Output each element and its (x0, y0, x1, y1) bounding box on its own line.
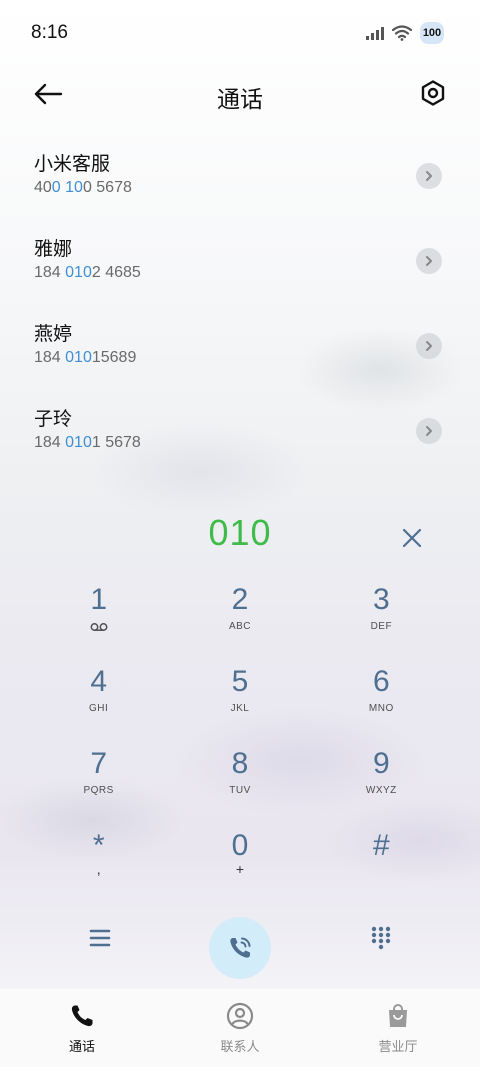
contact-item[interactable]: 燕婷 184 01015689 (0, 307, 480, 392)
settings-button[interactable] (416, 76, 450, 110)
page-title: 通话 (217, 87, 263, 113)
status-bar: 8:16 100 (0, 0, 480, 64)
dialer-actions (0, 914, 480, 980)
tab-label: 营业厅 (378, 1040, 418, 1055)
key-6[interactable]: 6 MNO (311, 664, 452, 726)
contact-item[interactable]: 小米客服 400 100 5678 (0, 137, 480, 222)
contact-number: 400 100 5678 (34, 179, 132, 196)
menu-icon (89, 929, 111, 947)
signal-icon (366, 26, 384, 40)
key-5[interactable]: 5 JKL (169, 664, 310, 726)
contact-detail-button[interactable] (416, 333, 442, 359)
key-letters: JKL (230, 703, 250, 714)
contact-detail-button[interactable] (416, 248, 442, 274)
menu-button[interactable] (86, 924, 114, 952)
key-digit: 6 (372, 665, 390, 698)
key-letters: TUV (229, 785, 251, 796)
key-digit: 8 (231, 747, 249, 780)
contact-item[interactable]: 雅娜 184 0102 4685 (0, 222, 480, 307)
contact-number: 184 0102 4685 (34, 264, 141, 281)
key-letters: , (96, 861, 101, 877)
tab-service-hall[interactable]: 营业厅 (348, 1001, 448, 1055)
contact-suggestion-list: 小米客服 400 100 5678 雅娜 184 0102 4685 燕婷 18… (0, 137, 480, 477)
key-digit: 2 (231, 583, 249, 616)
battery-icon: 100 (420, 22, 444, 44)
tab-label: 联系人 (220, 1040, 260, 1055)
wifi-icon (392, 25, 412, 41)
voicemail-icon (90, 623, 108, 631)
phone-icon (67, 1001, 97, 1031)
key-star[interactable]: * , (28, 828, 169, 890)
key-digit: * (92, 829, 105, 862)
contact-name: 子玲 (34, 408, 73, 430)
key-letters: WXYZ (365, 785, 397, 796)
key-hash[interactable]: # (311, 828, 452, 890)
chevron-right-icon (426, 341, 432, 351)
dial-display: 010 (0, 510, 480, 562)
key-digit: 5 (231, 665, 249, 698)
person-icon (225, 1001, 255, 1031)
dialpad-icon (371, 926, 391, 950)
key-letters: PQRS (83, 785, 114, 796)
key-digit: 7 (90, 747, 107, 780)
key-3[interactable]: 3 DEF (311, 582, 452, 644)
shopping-bag-icon (383, 1001, 413, 1031)
key-digit: 9 (372, 747, 390, 780)
key-8[interactable]: 8 TUV (169, 746, 310, 808)
chevron-right-icon (426, 256, 432, 266)
chevron-right-icon (426, 171, 432, 181)
key-letters: DEF (370, 621, 393, 632)
key-letters: ABC (228, 621, 252, 632)
key-digit: 0 (231, 829, 249, 862)
tab-calls[interactable]: 通话 (32, 1001, 132, 1055)
contact-detail-button[interactable] (416, 163, 442, 189)
bottom-tab-bar: 通话 联系人 营业厅 (0, 989, 480, 1067)
call-button[interactable] (209, 917, 271, 979)
contact-number: 184 01015689 (34, 349, 137, 366)
tab-label: 通话 (68, 1040, 95, 1055)
tab-contacts[interactable]: 联系人 (190, 1001, 290, 1055)
key-digit: 3 (372, 583, 390, 616)
key-letters: GHI (89, 703, 109, 714)
contact-detail-button[interactable] (416, 418, 442, 444)
key-1[interactable]: 1 (28, 582, 169, 644)
phone-call-icon (230, 937, 251, 958)
status-time: 8:16 (31, 22, 68, 43)
key-digit: 4 (90, 665, 107, 698)
clear-button[interactable] (394, 520, 430, 556)
close-icon (402, 528, 422, 548)
key-9[interactable]: 9 WXYZ (311, 746, 452, 808)
key-0[interactable]: 0 + (169, 828, 310, 890)
contact-name: 燕婷 (34, 323, 73, 345)
contact-item[interactable]: 子玲 184 0101 5678 (0, 392, 480, 477)
contact-number: 184 0101 5678 (34, 434, 141, 451)
key-2[interactable]: 2 ABC (169, 582, 310, 644)
key-letters: + (235, 861, 245, 877)
chevron-right-icon (426, 426, 432, 436)
header: 通话 (0, 66, 480, 122)
key-letters: MNO (368, 703, 394, 714)
keypad-toggle-button[interactable] (367, 924, 395, 952)
key-digit: # (372, 829, 390, 862)
key-7[interactable]: 7 PQRS (28, 746, 169, 808)
gear-icon (421, 80, 445, 106)
contact-name: 雅娜 (34, 238, 73, 260)
contact-name: 小米客服 (34, 153, 111, 175)
key-digit: 1 (90, 583, 107, 616)
status-icons: 100 (366, 22, 444, 44)
key-4[interactable]: 4 GHI (28, 664, 169, 726)
keypad: 1 2 ABC 3 DEF 4 GHI 5 JKL 6 MNO 7 PQRS 8… (28, 582, 452, 890)
